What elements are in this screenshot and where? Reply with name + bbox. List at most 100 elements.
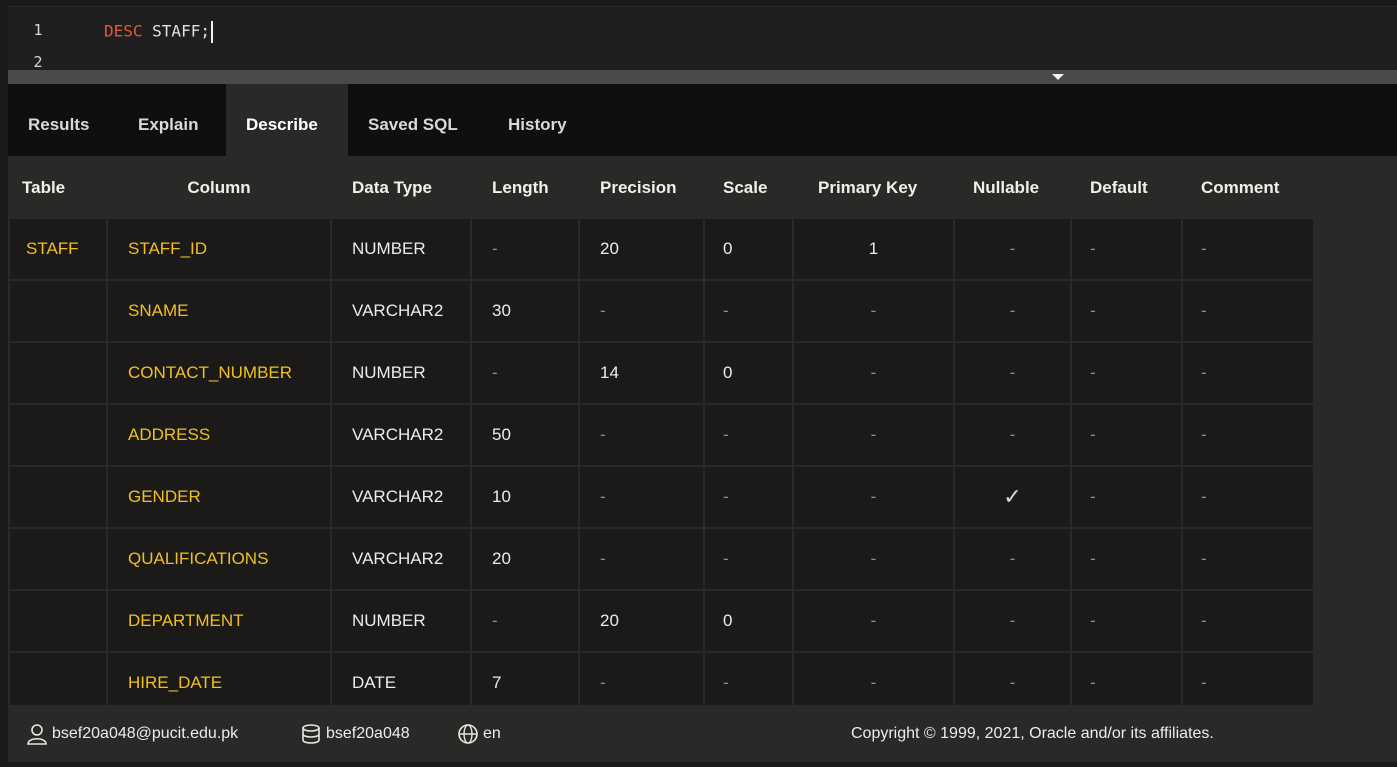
cell-nullable: - (953, 279, 1072, 343)
user-icon (27, 723, 47, 745)
table-row[interactable]: ADDRESS VARCHAR2 50- - - - - - (8, 403, 1315, 467)
sql-editor[interactable]: 1 2 DESC STAFF; (8, 6, 1397, 71)
cell-length: 30 (470, 279, 580, 343)
cell-comment: - (1181, 279, 1315, 343)
col-header-data-type[interactable]: Data Type (330, 156, 472, 219)
cell-length: 10 (470, 465, 580, 529)
copyright-text: Copyright © 1999, 2021, Oracle and/or it… (851, 724, 1214, 742)
line-number: 2 (33, 53, 43, 71)
cell-length: 50 (470, 403, 580, 467)
cell-default: - (1070, 341, 1183, 405)
cell-precision: - (578, 527, 705, 591)
cell-precision: - (578, 279, 705, 343)
table-row[interactable]: DEPARTMENT NUMBER -20 0- - - - (8, 589, 1315, 653)
cell-nullable: - (953, 341, 1072, 405)
results-tab-bar: Results Explain Describe Saved SQL Histo… (8, 84, 1397, 156)
cell-primary-key: - (792, 403, 955, 467)
cell-primary-key: - (792, 589, 955, 653)
col-header-primary-key[interactable]: Primary Key (792, 156, 955, 219)
user-indicator[interactable]: bsef20a048@pucit.edu.pk (26, 705, 238, 762)
cell-default: - (1070, 465, 1183, 529)
table-row[interactable]: QUALIFICATIONS VARCHAR2 20- - - - - - (8, 527, 1315, 591)
col-header-column[interactable]: Column (106, 156, 332, 219)
cell-data-type: VARCHAR2 (330, 465, 472, 529)
cell-data-type: NUMBER (330, 341, 472, 405)
header-row: Table Column Data Type Length Precision … (8, 156, 1315, 219)
cell-table (8, 527, 108, 591)
cell-column: ADDRESS (106, 403, 332, 467)
dropdown-arrow-icon[interactable] (1052, 74, 1064, 80)
tab-history[interactable]: History (488, 84, 596, 156)
cell-primary-key: - (792, 527, 955, 591)
cell-default: - (1070, 217, 1183, 281)
checkmark-icon: ✓ (953, 465, 1072, 529)
cell-scale: - (703, 403, 794, 467)
tab-explain[interactable]: Explain (118, 84, 226, 156)
table-row[interactable]: SNAME VARCHAR2 30- - - - - - (8, 279, 1315, 343)
cell-comment: - (1181, 465, 1315, 529)
cell-scale: - (703, 465, 794, 529)
tab-results[interactable]: Results (8, 84, 118, 156)
tab-describe[interactable]: Describe (226, 84, 348, 156)
globe-icon (458, 723, 478, 744)
tab-saved-sql[interactable]: Saved SQL (348, 84, 488, 156)
cell-column: DEPARTMENT (106, 589, 332, 653)
col-header-comment[interactable]: Comment (1181, 156, 1315, 219)
describe-grid: Table Column Data Type Length Precision … (8, 156, 1397, 715)
col-header-scale[interactable]: Scale (703, 156, 794, 219)
user-email: bsef20a048@pucit.edu.pk (52, 724, 239, 742)
schema-indicator[interactable]: bsef20a048 (300, 705, 410, 762)
text-caret (210, 21, 213, 43)
cell-table (8, 589, 108, 653)
cell-primary-key: 1 (792, 217, 955, 281)
language-code: en (483, 724, 501, 742)
cell-primary-key: - (792, 341, 955, 405)
cell-precision: - (578, 403, 705, 467)
cell-comment: - (1181, 217, 1315, 281)
cell-column: QUALIFICATIONS (106, 527, 332, 591)
cell-data-type: NUMBER (330, 217, 472, 281)
cell-primary-key: - (792, 279, 955, 343)
table-row[interactable]: GENDER VARCHAR2 10- - - ✓ - - (8, 465, 1315, 529)
schema-name: bsef20a048 (326, 724, 410, 742)
pane-splitter[interactable] (8, 70, 1397, 84)
cell-primary-key: - (792, 465, 955, 529)
cell-column: GENDER (106, 465, 332, 529)
cell-precision: 20 (578, 589, 705, 653)
cell-comment: - (1181, 589, 1315, 653)
cell-data-type: NUMBER (330, 589, 472, 653)
cell-scale: 0 (703, 589, 794, 653)
cell-length: - (470, 589, 580, 653)
cell-table (8, 279, 108, 343)
cell-table (8, 403, 108, 467)
cell-comment: - (1181, 341, 1315, 405)
language-indicator[interactable]: en (457, 705, 501, 762)
cell-column: CONTACT_NUMBER (106, 341, 332, 405)
cell-table (8, 341, 108, 405)
cell-precision: 14 (578, 341, 705, 405)
code-line-1[interactable]: DESC STAFF; (104, 21, 213, 43)
cell-default: - (1070, 589, 1183, 653)
col-header-table[interactable]: Table (8, 156, 108, 219)
sql-keyword: DESC (104, 21, 143, 41)
cell-precision: 20 (578, 217, 705, 281)
cell-table (8, 465, 108, 529)
col-header-length[interactable]: Length (470, 156, 580, 219)
cell-length: - (470, 217, 580, 281)
table-row[interactable]: STAFF STAFF_ID NUMBER -20 0 1- - - (8, 217, 1315, 281)
cell-table: STAFF (8, 217, 108, 281)
cell-comment: - (1181, 403, 1315, 467)
cell-precision: - (578, 465, 705, 529)
cell-default: - (1070, 527, 1183, 591)
table-row[interactable]: CONTACT_NUMBER NUMBER -14 0- - - - (8, 341, 1315, 405)
cell-length: - (470, 341, 580, 405)
cell-default: - (1070, 403, 1183, 467)
cell-data-type: VARCHAR2 (330, 279, 472, 343)
col-header-precision[interactable]: Precision (578, 156, 705, 219)
cell-column: STAFF_ID (106, 217, 332, 281)
cell-nullable: - (953, 217, 1072, 281)
col-header-nullable[interactable]: Nullable (953, 156, 1072, 219)
col-header-default[interactable]: Default (1070, 156, 1183, 219)
cell-length: 20 (470, 527, 580, 591)
describe-table: Table Column Data Type Length Precision … (8, 156, 1315, 715)
